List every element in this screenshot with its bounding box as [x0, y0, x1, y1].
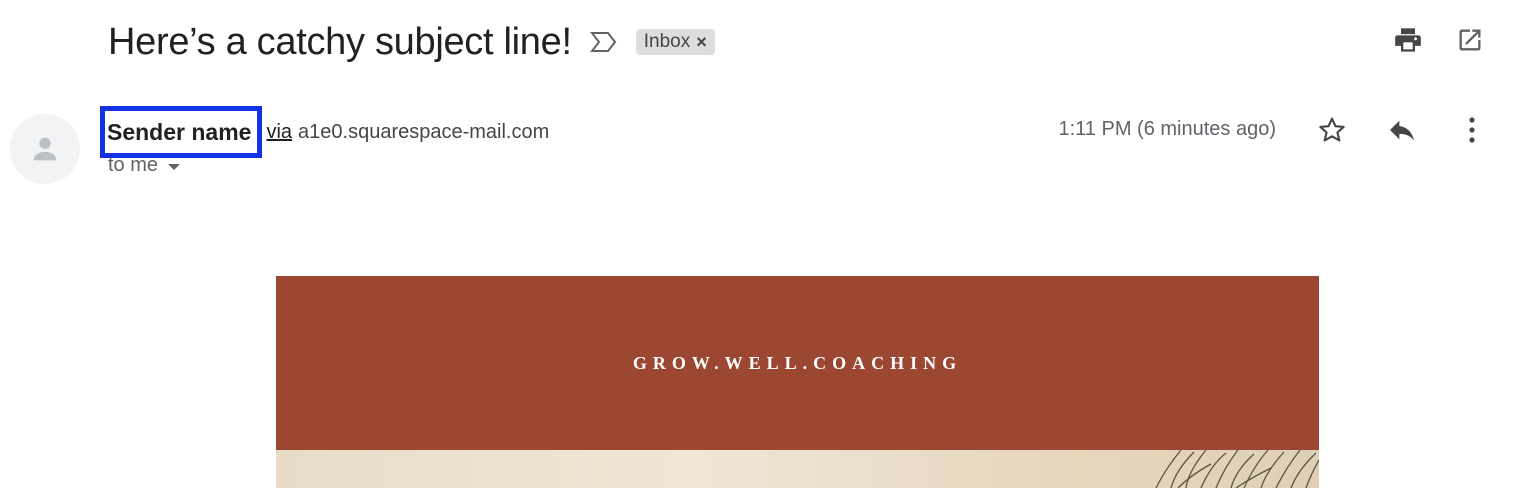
grass-decoration [1155, 450, 1319, 488]
person-icon [33, 137, 57, 161]
open-in-new-window-icon[interactable] [1454, 24, 1486, 56]
subject-row: Here’s a catchy subject line! Inbox × [108, 16, 715, 68]
recipient-line: to me [108, 154, 181, 177]
sender-name[interactable]: Sender name [100, 106, 263, 158]
chevron-down-icon[interactable] [168, 163, 181, 170]
more-vert-icon[interactable] [1456, 114, 1488, 146]
label-text: Inbox [643, 31, 691, 52]
email-hero-image [276, 450, 1319, 488]
email-view: Here’s a catchy subject line! Inbox × Se… [0, 0, 1516, 488]
sender-domain: a1e0.squarespace-mail.com [298, 120, 550, 143]
email-timestamp: 1:11 PM (6 minutes ago) [1058, 118, 1276, 140]
inbox-label-chip[interactable]: Inbox × [635, 29, 715, 55]
email-header-banner: GROW.WELL.COACHING [276, 276, 1319, 450]
star-icon[interactable] [1316, 114, 1348, 146]
via-link[interactable]: via [266, 121, 292, 144]
thread-actions [1392, 24, 1486, 56]
remove-label-icon[interactable]: × [696, 33, 707, 51]
print-icon[interactable] [1392, 24, 1424, 56]
reply-icon[interactable] [1386, 114, 1418, 146]
sender-avatar[interactable] [10, 114, 80, 184]
email-subject: Here’s a catchy subject line! [108, 20, 572, 63]
message-actions [1316, 114, 1488, 146]
recipient-text: to me [108, 154, 159, 176]
important-marker-icon[interactable] [589, 31, 618, 53]
sender-line: Sender name via a1e0.squarespace-mail.co… [100, 106, 550, 158]
brand-name: GROW.WELL.COACHING [632, 352, 963, 373]
